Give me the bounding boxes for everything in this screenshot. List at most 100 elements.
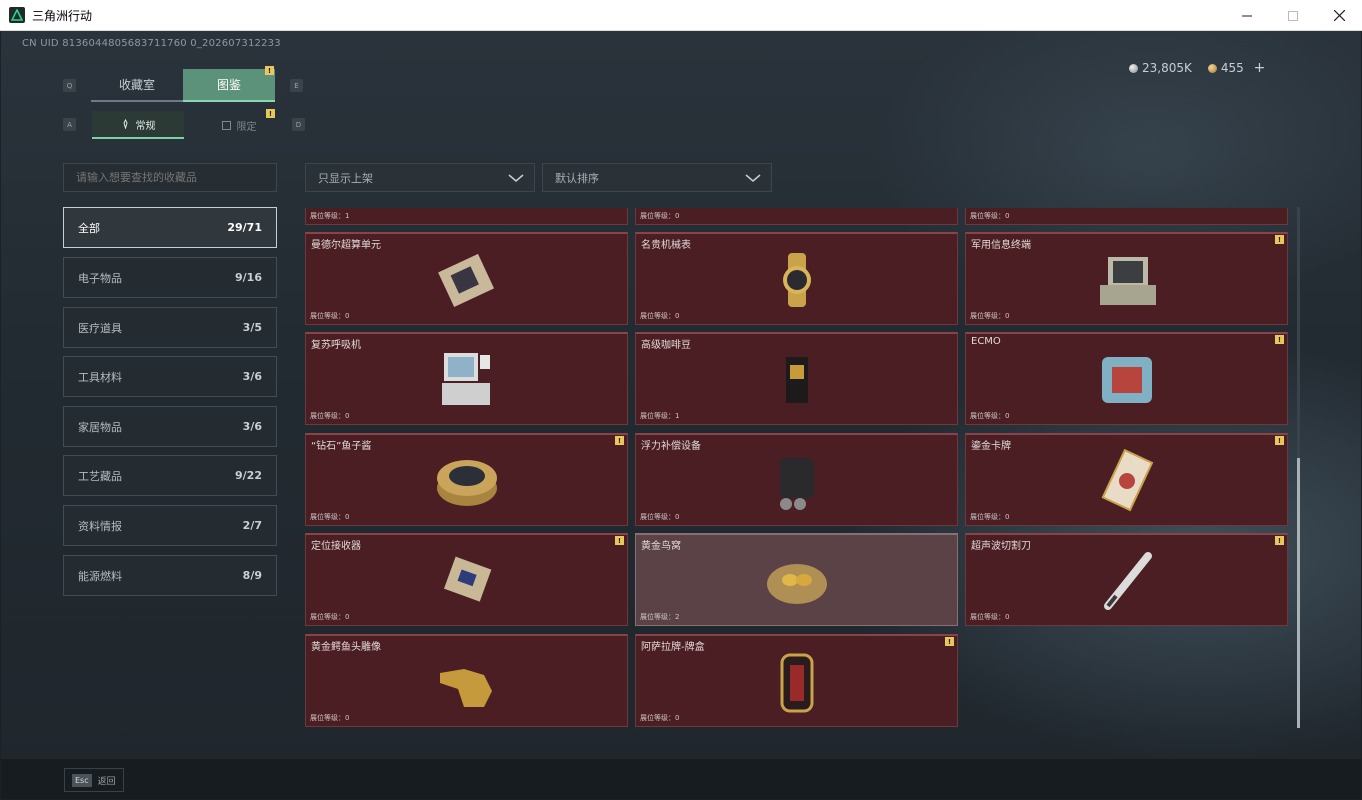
item-card[interactable]: 黄金鳄鱼头雕像 展位等级：0 bbox=[305, 634, 628, 727]
item-level: 展位等级：0 bbox=[310, 714, 350, 722]
item-card[interactable]: 鎏金卡牌 ! 展位等级：0 bbox=[965, 433, 1288, 526]
item-card[interactable]: 定位接收器 ! 展位等级：0 bbox=[305, 533, 628, 626]
filter-dropdown-value: 只显示上架 bbox=[318, 171, 373, 185]
gilded-card-icon bbox=[1101, 448, 1154, 512]
category-count: 9/16 bbox=[235, 271, 262, 284]
item-name: 阿萨拉牌-牌盒 bbox=[641, 642, 705, 653]
alert-icon: ! bbox=[1275, 235, 1284, 244]
coffee-bag-icon bbox=[786, 357, 808, 403]
category-tools[interactable]: 工具材料 3/6 bbox=[63, 356, 277, 397]
item-card[interactable]: 黄金鸟窝 展位等级：2 bbox=[635, 533, 958, 626]
alert-icon: ! bbox=[945, 637, 954, 646]
item-card[interactable]: 军用信息终端 ! 展位等级：0 bbox=[965, 232, 1288, 325]
gold-coin-icon bbox=[1207, 64, 1217, 73]
ecmo-machine-icon bbox=[1102, 357, 1152, 403]
item-card-partial[interactable]: 展位等级：1 bbox=[305, 208, 628, 225]
item-level: 展位等级：0 bbox=[970, 412, 1010, 420]
item-level: 展位等级：0 bbox=[640, 212, 680, 220]
alert-icon: ! bbox=[1275, 536, 1284, 545]
golden-nest-icon bbox=[767, 564, 827, 604]
item-card-partial[interactable]: 展位等级：0 bbox=[965, 208, 1288, 225]
key-hint-d: D bbox=[292, 118, 305, 131]
alert-icon: ! bbox=[615, 436, 624, 445]
category-count: 3/6 bbox=[242, 420, 262, 433]
maximize-button[interactable] bbox=[1270, 0, 1316, 31]
tab-catalog-label: 图鉴 bbox=[216, 78, 241, 92]
category-label: 资料情报 bbox=[78, 519, 122, 533]
item-card[interactable]: 名贵机械表 展位等级：0 bbox=[635, 232, 958, 325]
item-level: 展位等级：0 bbox=[640, 513, 680, 521]
receiver-icon bbox=[444, 556, 492, 602]
medal-icon bbox=[122, 119, 128, 129]
add-currency-button[interactable]: + bbox=[1254, 60, 1266, 76]
item-name: 军用信息终端 bbox=[971, 240, 1031, 251]
silver-amount: 23,805K bbox=[1142, 61, 1192, 75]
item-card[interactable]: 阿萨拉牌-牌盒 ! 展位等级：0 bbox=[635, 634, 958, 727]
category-label: 电子物品 bbox=[78, 271, 122, 285]
footer-bar bbox=[1, 759, 1361, 799]
back-button[interactable]: Esc 返回 bbox=[64, 768, 124, 792]
item-level: 展位等级：0 bbox=[310, 412, 350, 420]
search-input[interactable] bbox=[63, 163, 277, 192]
item-card[interactable]: 浮力补偿设备 展位等级：0 bbox=[635, 433, 958, 526]
key-hint-e: E bbox=[290, 79, 303, 92]
gold-watch-icon bbox=[783, 253, 811, 307]
category-crafts[interactable]: 工艺藏品 9/22 bbox=[63, 455, 277, 496]
item-level: 展位等级：2 bbox=[640, 613, 680, 621]
chevron-down-icon bbox=[508, 173, 524, 182]
collection-grid: 展位等级：1 展位等级：0 展位等级：0 曼德尔超算单元 展位等级：0 名贵机械… bbox=[305, 208, 1295, 728]
category-electronics[interactable]: 电子物品 9/16 bbox=[63, 257, 277, 298]
key-hint-q: Q bbox=[63, 79, 76, 92]
item-name: ECMO bbox=[971, 336, 1001, 347]
item-card[interactable]: 超声波切割刀 ! 展位等级：0 bbox=[965, 533, 1288, 626]
category-label: 家居物品 bbox=[78, 420, 122, 434]
close-button[interactable] bbox=[1316, 0, 1362, 31]
limited-icon bbox=[221, 120, 231, 130]
item-card-partial[interactable]: 展位等级：0 bbox=[635, 208, 958, 225]
filter-dropdown[interactable]: 只显示上架 bbox=[305, 163, 535, 192]
item-card[interactable]: 高级咖啡豆 展位等级：1 bbox=[635, 332, 958, 425]
item-level: 展位等级：0 bbox=[640, 714, 680, 722]
item-name: 浮力补偿设备 bbox=[641, 441, 701, 452]
category-label: 工具材料 bbox=[78, 370, 122, 384]
item-card[interactable]: ECMO ! 展位等级：0 bbox=[965, 332, 1288, 425]
subtab-normal[interactable]: 常规 bbox=[92, 111, 184, 139]
limited-alert-icon: ! bbox=[266, 109, 275, 118]
tab-catalog[interactable]: 图鉴 bbox=[183, 69, 275, 102]
item-level: 展位等级：0 bbox=[310, 513, 350, 521]
caviar-tin-icon bbox=[437, 460, 497, 506]
category-count: 2/7 bbox=[242, 519, 262, 532]
item-level: 展位等级：0 bbox=[310, 312, 350, 320]
category-intel[interactable]: 资料情报 2/7 bbox=[63, 505, 277, 546]
window-title: 三角洲行动 bbox=[32, 8, 93, 23]
alert-icon: ! bbox=[615, 536, 624, 545]
item-level: 展位等级：0 bbox=[970, 513, 1010, 521]
tab-collection-room[interactable]: 收藏室 bbox=[91, 69, 183, 102]
sort-dropdown[interactable]: 默认排序 bbox=[542, 163, 772, 192]
item-name: “钻石”鱼子酱 bbox=[311, 441, 372, 452]
scrollbar-thumb[interactable] bbox=[1297, 458, 1300, 728]
item-level: 展位等级：1 bbox=[310, 212, 350, 220]
category-household[interactable]: 家居物品 3/6 bbox=[63, 406, 277, 447]
ventilator-icon bbox=[442, 353, 490, 405]
item-card[interactable]: “钻石”鱼子酱 ! 展位等级：0 bbox=[305, 433, 628, 526]
item-card[interactable]: 复苏呼吸机 展位等级：0 bbox=[305, 332, 628, 425]
minimize-button[interactable] bbox=[1224, 0, 1270, 31]
subtab-limited-label: 限定 bbox=[236, 121, 257, 133]
item-name: 鎏金卡牌 bbox=[971, 441, 1011, 452]
category-count: 29/71 bbox=[227, 221, 262, 234]
category-medical[interactable]: 医疗道具 3/5 bbox=[63, 307, 277, 348]
ultrasonic-knife-icon bbox=[1104, 552, 1152, 610]
item-level: 展位等级：0 bbox=[310, 613, 350, 621]
category-fuel[interactable]: 能源燃料 8/9 bbox=[63, 555, 277, 596]
category-label: 医疗道具 bbox=[78, 321, 122, 335]
item-card[interactable]: 曼德尔超算单元 展位等级：0 bbox=[305, 232, 628, 325]
item-name: 曼德尔超算单元 bbox=[311, 240, 381, 251]
category-all[interactable]: 全部 29/71 bbox=[63, 207, 277, 248]
category-label: 全部 bbox=[78, 221, 100, 235]
chevron-down-icon bbox=[745, 173, 761, 182]
crocodile-statue-icon bbox=[440, 669, 492, 707]
category-label: 能源燃料 bbox=[78, 569, 122, 583]
category-label: 工艺藏品 bbox=[78, 469, 122, 483]
military-terminal-icon bbox=[1100, 257, 1156, 305]
